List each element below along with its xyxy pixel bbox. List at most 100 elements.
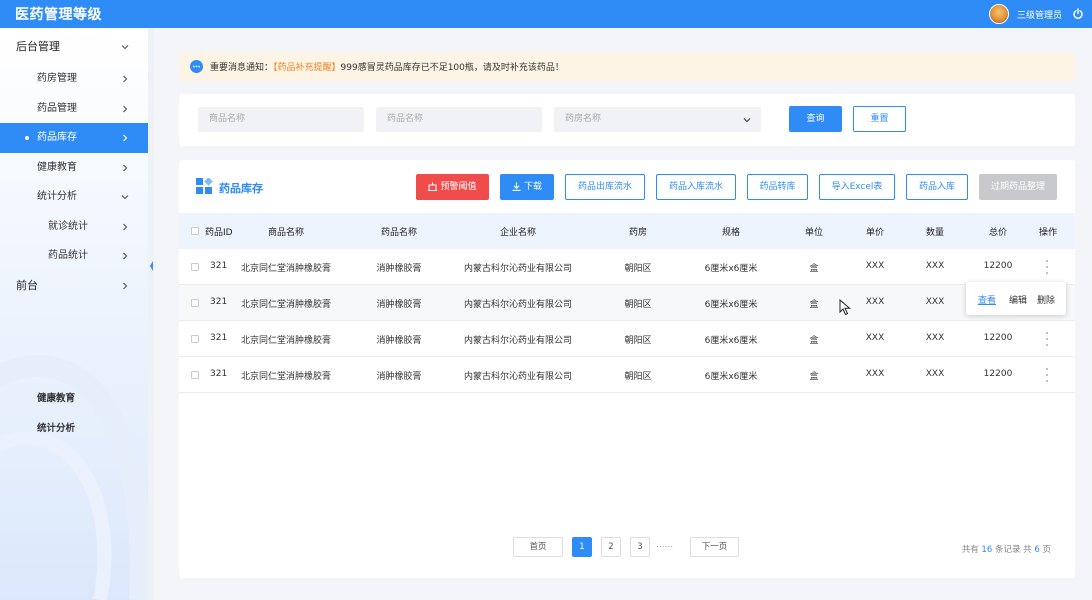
pager-page-2[interactable]: 2 <box>601 537 621 557</box>
cell-unit-price: XXX <box>865 297 885 307</box>
transfer-button[interactable]: 药品转库 <box>747 174 808 200</box>
cell-pharmacy: 朝阳区 <box>624 372 652 382</box>
sidebar-item-frontend[interactable]: 前台 <box>0 271 148 301</box>
sidebar-item-drug-management[interactable]: 药品管理 <box>0 94 148 124</box>
more-vertical-icon[interactable] <box>1045 259 1049 275</box>
alarm-icon <box>428 182 438 191</box>
sidebar: 后台管理 药房管理 药品管理 药品库存 健康教育 统计分析 就诊统计 药品统计 … <box>0 28 154 600</box>
import-excel-button[interactable]: 导入Excel表 <box>819 174 895 200</box>
col-drug-name: 药品名称 <box>380 228 417 238</box>
chevron-right-icon <box>123 164 128 171</box>
table-row[interactable]: 321 北京同仁堂消肿橡胶膏 消肿橡胶膏 内蒙古科尔沁药业有限公司 朝阳区 6厘… <box>179 357 1075 393</box>
cell-drug-id: 321 <box>210 297 228 307</box>
pager-info-mid: 条记录 共 <box>994 545 1032 555</box>
cell-total: 12200 <box>983 261 1013 271</box>
collapse-sidebar-icon[interactable] <box>149 260 154 272</box>
pager-total-pages: 6 <box>1034 545 1040 555</box>
power-icon[interactable] <box>1072 8 1084 20</box>
sidebar-item-label: 就诊统计 <box>48 220 88 232</box>
drug-name-input[interactable]: 药品名称 <box>376 107 542 132</box>
cell-quantity: XXX <box>925 333 945 343</box>
cell-drug-name: 消肿橡胶膏 <box>376 372 422 382</box>
sidebar-item-statistics[interactable]: 统计分析 <box>0 182 148 212</box>
view-action[interactable]: 查看 <box>978 293 996 306</box>
cell-unit: 盒 <box>809 300 819 310</box>
pharmacy-select[interactable]: 药房名称 <box>554 107 761 132</box>
warning-threshold-button[interactable]: 预警阈值 <box>416 174 489 200</box>
inbound-button[interactable]: 药品入库 <box>906 174 968 200</box>
grid-apps-icon <box>196 178 213 194</box>
message-icon <box>190 60 203 73</box>
sidebar-link-health-education[interactable]: 健康教育 <box>37 391 75 421</box>
sidebar-item-label: 药品库存 <box>37 132 77 143</box>
pager-first-button[interactable]: 首页 <box>513 537 563 557</box>
sidebar-link-statistics[interactable]: 统计分析 <box>37 421 75 451</box>
product-name-input[interactable]: 商品名称 <box>198 107 364 132</box>
sidebar-item-drug-statistics[interactable]: 药品统计 <box>0 241 148 271</box>
pager-page-1[interactable]: 1 <box>572 537 592 557</box>
row-checkbox[interactable] <box>191 299 199 307</box>
chevron-right-icon <box>123 75 128 83</box>
notice-message: 999感冒灵药品库存已不足100瓶，请及时补充该药品！ <box>340 63 564 73</box>
sidebar-item-backend[interactable]: 后台管理 <box>0 28 148 64</box>
sidebar-item-health-education[interactable]: 健康教育 <box>0 153 148 183</box>
cell-drug-id: 321 <box>210 261 228 271</box>
edit-action[interactable]: 编辑 <box>1009 293 1027 306</box>
sidebar-divider <box>148 28 154 600</box>
inbound-flow-button[interactable]: 药品入库流水 <box>656 174 736 200</box>
download-icon <box>512 182 521 191</box>
col-spec: 规格 <box>721 228 740 238</box>
table-header: 药品ID 商品名称 药品名称 企业名称 药房 规格 单位 单价 数量 总价 操作 <box>179 213 1075 249</box>
cell-unit-price: XXX <box>865 333 885 343</box>
pager-ellipsis: ...... <box>656 540 674 550</box>
chevron-down-icon <box>743 118 751 123</box>
reset-button[interactable]: 重置 <box>853 106 906 132</box>
table-row[interactable]: 321 北京同仁堂消肿橡胶膏 消肿橡胶膏 内蒙古科尔沁药业有限公司 朝阳区 6厘… <box>179 285 1075 321</box>
sidebar-item-drug-inventory[interactable]: 药品库存 <box>0 123 148 153</box>
cell-drug-name: 消肿橡胶膏 <box>376 264 422 274</box>
cell-total: 12200 <box>983 369 1013 379</box>
notice-tag[interactable]: 【药品补充提醒】 <box>273 63 341 73</box>
cell-spec: 6厘米x6厘米 <box>704 264 758 274</box>
row-checkbox[interactable] <box>191 371 199 379</box>
avatar[interactable] <box>988 4 1009 24</box>
mouse-cursor-icon <box>839 299 851 316</box>
cell-company: 内蒙古科尔沁药业有限公司 <box>463 300 572 310</box>
cell-quantity: XXX <box>925 297 945 307</box>
more-vertical-icon[interactable] <box>1045 331 1049 347</box>
chevron-right-icon <box>123 105 128 112</box>
pharmacy-select-placeholder: 药房名称 <box>565 114 602 124</box>
table-row[interactable]: 321 北京同仁堂消肿橡胶膏 消肿橡胶膏 内蒙古科尔沁药业有限公司 朝阳区 6厘… <box>179 249 1075 285</box>
pager-page-3[interactable]: 3 <box>630 537 650 557</box>
cell-pharmacy: 朝阳区 <box>624 264 652 274</box>
row-checkbox[interactable] <box>191 263 199 271</box>
col-unit: 单位 <box>804 228 823 238</box>
user-name[interactable]: 三级管理员 <box>1017 8 1062 21</box>
pager-next-button[interactable]: 下一页 <box>690 537 739 557</box>
user-area[interactable]: 三级管理员 <box>988 2 1084 26</box>
sidebar-item-visit-statistics[interactable]: 就诊统计 <box>0 212 148 242</box>
outbound-flow-button[interactable]: 药品出库流水 <box>565 174 645 200</box>
sidebar-item-label: 药房管理 <box>37 73 77 84</box>
pager-info-suffix: 页 <box>1042 545 1051 555</box>
sidebar-item-pharmacy-management[interactable]: 药房管理 <box>0 64 148 94</box>
chevron-right-icon <box>123 282 128 289</box>
cell-drug-name: 消肿橡胶膏 <box>376 300 422 310</box>
cell-quantity: XXX <box>925 369 945 379</box>
download-button[interactable]: 下载 <box>500 174 554 200</box>
row-checkbox[interactable] <box>191 335 199 343</box>
table-row[interactable]: 321 北京同仁堂消肿橡胶膏 消肿橡胶膏 内蒙古科尔沁药业有限公司 朝阳区 6厘… <box>179 321 1075 357</box>
expired-drugs-button[interactable]: 过期药品整理 <box>979 174 1057 200</box>
cell-quantity: XXX <box>925 261 945 271</box>
row-action-menu: 查看 编辑 删除 <box>966 282 1066 315</box>
select-all-checkbox[interactable] <box>191 227 199 235</box>
query-button[interactable]: 查询 <box>789 106 842 132</box>
chevron-right-icon <box>123 223 128 230</box>
panel-title: 药品库存 <box>219 182 263 195</box>
pager-info-prefix: 共有 <box>961 545 979 555</box>
more-vertical-icon[interactable] <box>1045 367 1049 383</box>
cell-company: 内蒙古科尔沁药业有限公司 <box>463 372 572 382</box>
chevron-down-icon <box>121 45 129 50</box>
sidebar-item-label: 药品管理 <box>37 102 77 114</box>
delete-action[interactable]: 删除 <box>1037 293 1055 306</box>
